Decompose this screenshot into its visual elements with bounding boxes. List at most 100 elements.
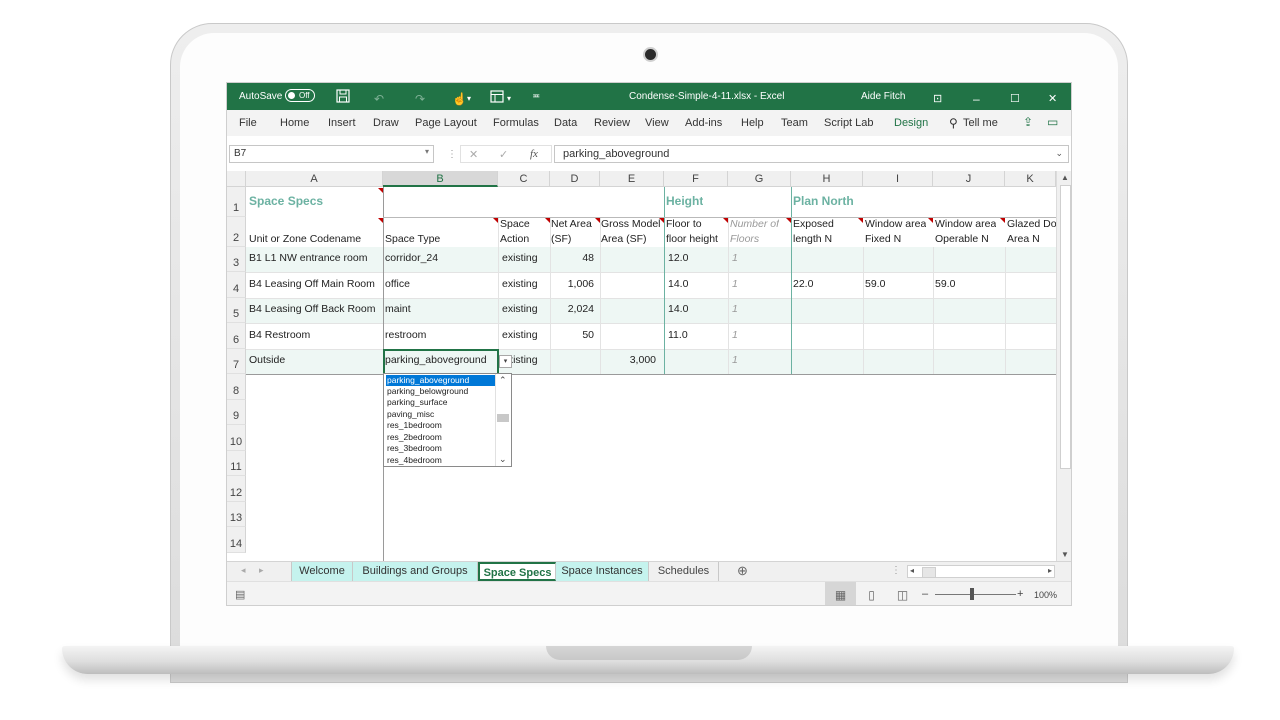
column-header-f[interactable]: F — [664, 171, 728, 187]
menu-file[interactable]: File — [239, 117, 257, 129]
normal-view-icon[interactable]: ▦ — [825, 582, 856, 605]
tab-space-instances[interactable]: Space Instances — [556, 562, 649, 581]
cell-b6[interactable]: restroom — [385, 329, 426, 341]
dropdown-option[interactable]: res_2bedroom — [386, 432, 496, 443]
row-header-1[interactable]: 1 — [227, 187, 246, 217]
comment-indicator[interactable] — [723, 218, 728, 223]
menu-team[interactable]: Team — [781, 117, 808, 129]
row-header-6[interactable]: 6 — [227, 323, 246, 349]
column-header-g[interactable]: G — [728, 171, 791, 187]
page-break-preview-icon[interactable]: ◫ — [887, 582, 918, 605]
tab-welcome[interactable]: Welcome — [291, 562, 353, 581]
cell-a5[interactable]: B4 Leasing Off Back Room — [249, 303, 375, 315]
cell-d6[interactable]: 50 — [550, 329, 594, 341]
menu-page-layout[interactable]: Page Layout — [415, 117, 477, 129]
cell-h4[interactable]: 22.0 — [793, 278, 813, 290]
scroll-right-icon[interactable]: ▸ — [1048, 566, 1052, 575]
comment-indicator[interactable] — [928, 218, 933, 223]
cell-d3[interactable]: 48 — [550, 252, 594, 264]
dropdown-option[interactable]: parking_belowground — [386, 386, 496, 397]
ribbon-display-icon[interactable]: ⊡ — [933, 91, 942, 107]
cell-a6[interactable]: B4 Restroom — [249, 329, 310, 341]
column-header-e[interactable]: E — [600, 171, 664, 187]
row-header-3[interactable]: 3 — [227, 247, 246, 272]
formula-bar-grip-icon[interactable]: ⋮ — [447, 149, 457, 160]
add-sheet-icon[interactable]: ⊕ — [737, 563, 748, 579]
undo-icon[interactable]: ↶ — [374, 91, 384, 107]
cell-c4[interactable]: existing — [502, 278, 538, 290]
insert-function-icon[interactable]: fx — [530, 148, 538, 160]
comment-indicator[interactable] — [493, 218, 498, 223]
row-header-9[interactable]: 9 — [227, 400, 246, 425]
comment-indicator[interactable] — [659, 218, 664, 223]
enter-icon[interactable]: ✓ — [499, 148, 508, 161]
select-all-corner[interactable] — [227, 171, 246, 187]
dropdown-option-selected[interactable]: parking_aboveground — [386, 375, 496, 386]
menu-insert[interactable]: Insert — [328, 117, 356, 129]
menu-draw[interactable]: Draw — [373, 117, 399, 129]
comment-indicator[interactable] — [858, 218, 863, 223]
dropdown-option[interactable]: res_1bedroom — [386, 420, 496, 431]
cell-g4[interactable]: 1 — [732, 278, 738, 290]
tab-next-icon[interactable]: ▸ — [259, 565, 264, 576]
cell-dropdown-button[interactable]: ▾ — [499, 355, 512, 368]
formula-input[interactable]: parking_aboveground ⌄ — [554, 145, 1069, 163]
dropdown-scrollbar[interactable]: ⌃ ⌄ — [495, 374, 511, 466]
user-name[interactable]: Aide Fitch — [861, 91, 905, 102]
cell-a3[interactable]: B1 L1 NW entrance room — [249, 252, 367, 264]
cell-b7[interactable]: parking_aboveground — [385, 354, 496, 366]
cancel-icon[interactable]: ✕ — [469, 148, 478, 161]
column-header-a[interactable]: A — [246, 171, 383, 187]
comment-indicator[interactable] — [1000, 218, 1005, 223]
comment-icon[interactable]: ▭ — [1047, 115, 1058, 129]
scroll-down-arrow-icon[interactable]: ▼ — [1061, 550, 1069, 559]
search-icon[interactable]: ⚲ — [949, 116, 958, 130]
scroll-left-icon[interactable]: ◂ — [910, 566, 914, 575]
column-header-j[interactable]: J — [933, 171, 1005, 187]
scroll-up-arrow-icon[interactable]: ▲ — [1061, 173, 1069, 182]
row-header-5[interactable]: 5 — [227, 298, 246, 323]
cell-g6[interactable]: 1 — [732, 329, 738, 341]
name-box[interactable]: B7 ▾ — [229, 145, 434, 163]
column-header-h[interactable]: H — [791, 171, 863, 187]
tab-space-specs[interactable]: Space Specs — [478, 562, 556, 581]
expand-formula-bar-icon[interactable]: ⌄ — [1055, 148, 1063, 159]
cell-j4[interactable]: 59.0 — [935, 278, 955, 290]
cell-b4[interactable]: office — [385, 278, 410, 290]
cell-g7[interactable]: 1 — [732, 354, 738, 366]
minimize-icon[interactable]: – — [973, 91, 980, 107]
dropdown-scroll-thumb[interactable] — [497, 414, 509, 422]
name-box-dropdown-icon[interactable]: ▾ — [425, 147, 429, 156]
column-header-b[interactable]: B — [383, 171, 498, 187]
comment-indicator[interactable] — [545, 218, 550, 223]
form-icon[interactable] — [490, 90, 504, 103]
cell-c6[interactable]: existing — [502, 329, 538, 341]
horizontal-scroll-thumb[interactable] — [922, 567, 936, 578]
menu-design[interactable]: Design — [894, 117, 928, 129]
cell-i4[interactable]: 59.0 — [865, 278, 885, 290]
autosave-toggle[interactable]: Off — [285, 89, 315, 102]
zoom-in-icon[interactable]: + — [1017, 588, 1023, 600]
save-icon[interactable] — [336, 89, 350, 103]
customize-qat-icon[interactable]: ≖ — [532, 89, 540, 105]
cell-g5[interactable]: 1 — [732, 303, 738, 315]
scroll-down-icon[interactable]: ⌄ — [499, 454, 507, 465]
tell-me[interactable]: Tell me — [963, 117, 998, 129]
cell-c3[interactable]: existing — [502, 252, 538, 264]
validation-dropdown-list[interactable]: parking_aboveground parking_belowground … — [383, 373, 512, 467]
page-layout-view-icon[interactable]: ▯ — [856, 582, 887, 605]
redo-icon[interactable]: ↷ — [415, 91, 425, 107]
row-header-4[interactable]: 4 — [227, 272, 246, 298]
row-header-12[interactable]: 12 — [227, 476, 246, 502]
menu-view[interactable]: View — [645, 117, 669, 129]
row-header-8[interactable]: 8 — [227, 374, 246, 400]
tab-buildings-and-groups[interactable]: Buildings and Groups — [353, 562, 478, 581]
dropdown-option[interactable]: res_3bedroom — [386, 443, 496, 454]
comment-indicator[interactable] — [786, 218, 791, 223]
row-header-11[interactable]: 11 — [227, 451, 246, 476]
cell-a4[interactable]: B4 Leasing Off Main Room — [249, 278, 375, 290]
tab-splitter-icon[interactable]: ⋮ — [891, 565, 901, 576]
comment-indicator[interactable] — [378, 188, 383, 193]
row-header-13[interactable]: 13 — [227, 502, 246, 527]
cell-f5[interactable]: 14.0 — [668, 303, 688, 315]
